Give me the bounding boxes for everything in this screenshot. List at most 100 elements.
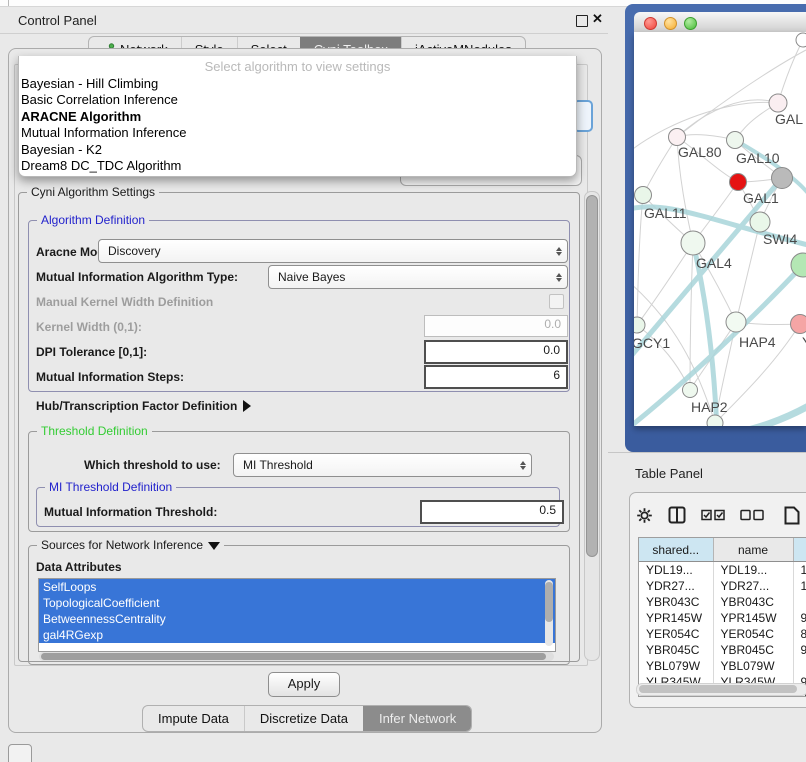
- tab-impute-data[interactable]: Impute Data: [143, 706, 244, 731]
- table-cell[interactable]: YBL079W: [713, 658, 793, 674]
- table-cell[interactable]: YDR27...: [639, 578, 713, 594]
- tab-discretize-data[interactable]: Discretize Data: [244, 706, 363, 731]
- network-node-gal80[interactable]: [669, 129, 686, 146]
- split-columns-icon[interactable]: [668, 506, 686, 524]
- which-threshold-label: Which threshold to use:: [84, 458, 221, 472]
- table-row[interactable]: YBR043CYBR043C: [639, 594, 806, 610]
- network-window-titlebar[interactable]: [634, 12, 806, 33]
- minimize-traffic-light[interactable]: [664, 17, 677, 30]
- network-node-gal11[interactable]: [635, 187, 652, 204]
- table-row[interactable]: YBL079WYBL079W: [639, 658, 806, 674]
- dropdown-option[interactable]: Basic Correlation Inference: [19, 92, 576, 108]
- table-cell[interactable]: YPR145W: [639, 610, 713, 626]
- node-table[interactable]: shared... name YDL19...YDL19...13YDR27..…: [638, 537, 806, 697]
- network-node-y[interactable]: [791, 315, 806, 334]
- apply-button[interactable]: Apply: [268, 672, 340, 697]
- network-node-gal[interactable]: [769, 94, 787, 112]
- table-cell[interactable]: YDR27...: [713, 578, 793, 594]
- dropdown-option[interactable]: Dream8 DC_TDC Algorithm: [19, 158, 576, 174]
- hub-section-toggle[interactable]: Hub/Transcription Factor Definition: [36, 399, 251, 413]
- zoom-traffic-light[interactable]: [684, 17, 697, 30]
- table-cell[interactable]: YBL079W: [639, 658, 713, 674]
- dropdown-option[interactable]: Mutual Information Inference: [19, 125, 576, 141]
- attribute-list-item[interactable]: BetweennessCentrality: [39, 611, 555, 627]
- network-node-hap4[interactable]: [726, 312, 746, 332]
- dropdown-option[interactable]: Bayesian - Hill Climbing: [19, 76, 576, 92]
- table-cell[interactable]: YDL19...: [713, 562, 793, 579]
- manual-kernel-checkbox[interactable]: [549, 294, 564, 309]
- aracne-mode-value: Discovery: [99, 244, 551, 258]
- network-node[interactable]: [707, 415, 723, 426]
- dpi-tolerance-input[interactable]: 0.0: [424, 340, 568, 364]
- attributes-horizontal-scrollbar[interactable]: [39, 652, 554, 661]
- expand-right-icon: [243, 400, 251, 412]
- table-cell[interactable]: [793, 658, 806, 674]
- document-icon-partial[interactable]: [784, 506, 800, 525]
- float-panel-icon[interactable]: [576, 15, 588, 27]
- which-threshold-value: MI Threshold: [234, 458, 515, 472]
- network-node-hap2[interactable]: [683, 383, 698, 398]
- mi-steps-input[interactable]: 6: [424, 365, 568, 389]
- attribute-list-item[interactable]: TopologicalCoefficient: [39, 595, 555, 611]
- table-cell[interactable]: 9.: [793, 610, 806, 626]
- table-cell[interactable]: YBR043C: [713, 594, 793, 610]
- attributes-vertical-scrollbar[interactable]: [545, 580, 553, 646]
- table-horizontal-scrollbar[interactable]: [636, 683, 806, 696]
- tab-infer-network[interactable]: Infer Network: [363, 706, 471, 731]
- table-cell[interactable]: YDL19...: [639, 562, 713, 579]
- table-cell[interactable]: YBR043C: [639, 594, 713, 610]
- column-header-name[interactable]: name: [713, 538, 793, 562]
- attribute-list-item[interactable]: gal4RGexp: [39, 627, 555, 643]
- dropdown-option[interactable]: Bayesian - K2: [19, 142, 576, 158]
- table-cell[interactable]: YBR045C: [713, 642, 793, 658]
- table-cell[interactable]: YBR045C: [639, 642, 713, 658]
- table-cell[interactable]: 8.: [793, 626, 806, 642]
- table-row[interactable]: YER054CYER054C8.: [639, 626, 806, 642]
- sources-legend[interactable]: Sources for Network Inference: [37, 538, 224, 552]
- gear-icon[interactable]: [636, 507, 653, 524]
- scrollbar-thumb[interactable]: [639, 685, 797, 693]
- network-node[interactable]: [772, 168, 793, 189]
- data-attributes-list[interactable]: SelfLoopsTopologicalCoefficientBetweenne…: [38, 578, 556, 652]
- mi-threshold-input[interactable]: 0.5: [420, 500, 564, 524]
- select-all-checkboxes-icon[interactable]: [701, 509, 725, 521]
- close-traffic-light[interactable]: [644, 17, 657, 30]
- table-cell[interactable]: 13: [793, 562, 806, 579]
- network-node-gal4[interactable]: [681, 231, 705, 255]
- floating-button-partial[interactable]: [8, 744, 32, 762]
- kernel-width-label: Kernel Width (0,1):: [36, 320, 142, 334]
- table-row[interactable]: YPR145WYPR145W9.: [639, 610, 806, 626]
- attribute-list-item[interactable]: SelfLoops: [39, 579, 555, 595]
- scrollbar-thumb[interactable]: [586, 195, 598, 557]
- table-cell[interactable]: 9.: [793, 642, 806, 658]
- table-row[interactable]: YDL19...YDL19...13: [639, 562, 806, 579]
- table-cell[interactable]: YER054C: [713, 626, 793, 642]
- which-threshold-combo[interactable]: MI Threshold: [233, 453, 532, 477]
- deselect-all-checkboxes-icon[interactable]: [740, 509, 764, 521]
- scrollbar-thumb[interactable]: [41, 653, 546, 660]
- cyni-settings-legend: Cyni Algorithm Settings: [27, 185, 159, 199]
- table-cell[interactable]: YER054C: [639, 626, 713, 642]
- close-icon[interactable]: ✕: [592, 11, 603, 27]
- network-node-swi4[interactable]: [750, 212, 770, 232]
- table-row[interactable]: YBR045CYBR045C9.: [639, 642, 806, 658]
- aracne-mode-combo[interactable]: Discovery: [98, 239, 568, 263]
- node-label: GCY1: [634, 335, 670, 351]
- table-cell[interactable]: 12: [793, 578, 806, 594]
- column-header-shared-name[interactable]: shared...: [639, 538, 713, 562]
- settings-vertical-scrollbar[interactable]: [584, 191, 600, 661]
- network-node-gal1[interactable]: [730, 174, 747, 191]
- table-cell[interactable]: YPR145W: [713, 610, 793, 626]
- network-node[interactable]: [796, 33, 806, 47]
- network-node-gcy1[interactable]: [634, 317, 645, 333]
- table-cell[interactable]: [793, 594, 806, 610]
- kernel-width-input[interactable]: 0.0: [424, 315, 568, 337]
- dropdown-option[interactable]: ARACNE Algorithm: [19, 109, 576, 125]
- scrollbar-thumb[interactable]: [545, 582, 553, 622]
- table-row[interactable]: YDR27...YDR27...12: [639, 578, 806, 594]
- column-header-partial[interactable]: [793, 538, 806, 562]
- mi-threshold-legend: MI Threshold Definition: [45, 480, 176, 494]
- mi-type-combo[interactable]: Naive Bayes: [268, 265, 568, 289]
- network-canvas[interactable]: GALGAL80GAL10GAL1GAL11SWI4GAL4GCY1HAP4YH…: [634, 32, 806, 426]
- network-node-gal10[interactable]: [727, 132, 744, 149]
